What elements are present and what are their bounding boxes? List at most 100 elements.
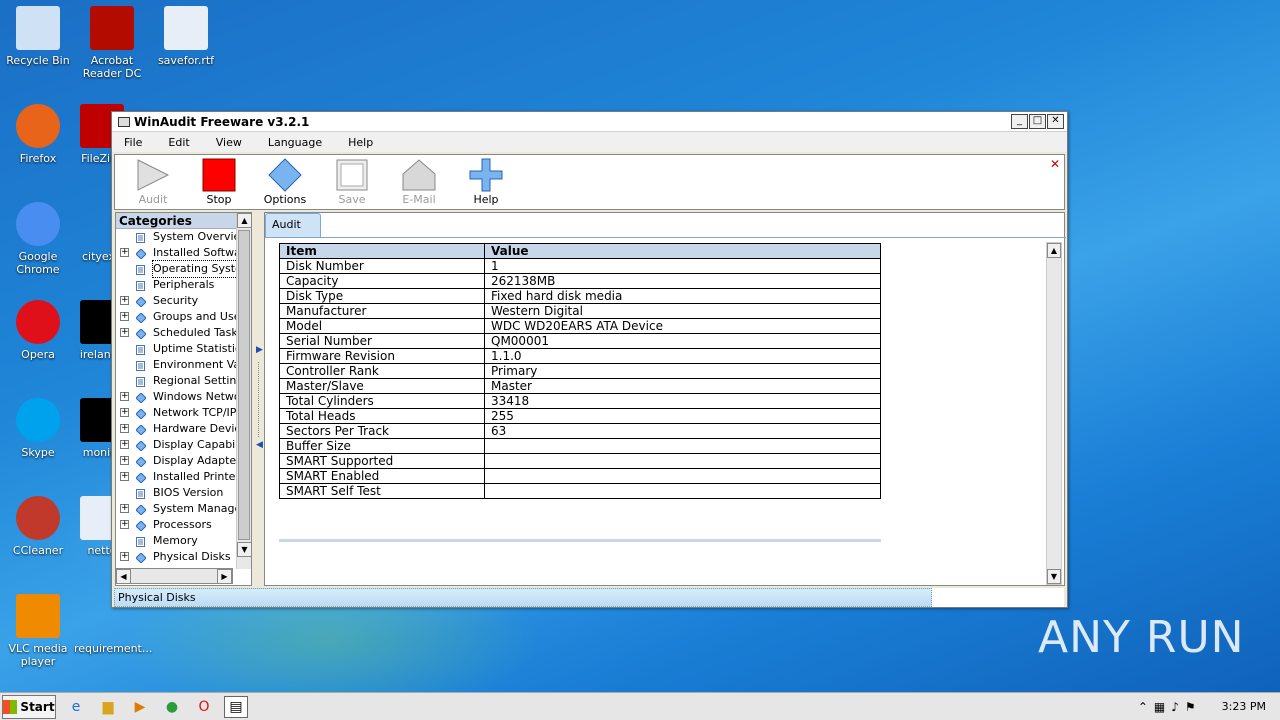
table-row[interactable]: Firmware Revision 1.1.0 (279, 348, 881, 364)
menu-edit[interactable]: Edit (168, 136, 189, 149)
expand-icon[interactable]: + (120, 504, 129, 513)
category-item[interactable]: + Network TCP/IP (116, 405, 237, 421)
splitter[interactable]: ▶ ◀ (255, 212, 263, 586)
network-icon[interactable]: ▦ (1154, 700, 1165, 714)
categories-vscrollbar[interactable]: ▲ ▼ (236, 213, 251, 569)
expand-icon[interactable]: + (120, 392, 129, 401)
clock[interactable]: 3:23 PM (1222, 700, 1266, 713)
stop-button[interactable]: Stop (189, 157, 249, 206)
desktop-icon-savefor[interactable]: savefor.rtf (148, 6, 224, 67)
scroll-up-icon[interactable]: ▲ (237, 213, 251, 228)
category-item[interactable]: + Display Capabilitie (116, 437, 251, 453)
desktop-icon-recycle-bin[interactable]: Recycle Bin (0, 6, 76, 67)
explorer-icon[interactable]: ▆ (96, 696, 120, 718)
category-item[interactable]: + Security (116, 293, 237, 309)
save-button[interactable]: Save (322, 157, 382, 206)
category-item[interactable]: Environment Varia (116, 357, 251, 373)
category-item[interactable]: BIOS Version (116, 485, 237, 501)
audit-button[interactable]: Audit (123, 157, 183, 206)
minimize-button[interactable]: _ (1011, 114, 1028, 129)
category-item[interactable]: Operating System (116, 260, 251, 278)
table-row[interactable]: Serial Number QM00001 (279, 333, 881, 349)
category-item[interactable]: Peripherals (116, 277, 237, 293)
category-item[interactable]: Memory (116, 533, 237, 549)
category-item[interactable]: Uptime Statistics (116, 341, 247, 357)
scroll-down-icon[interactable]: ▼ (237, 542, 251, 557)
expand-icon[interactable]: + (120, 328, 129, 337)
table-row[interactable]: Master/Slave Master (279, 378, 881, 394)
table-row[interactable]: Total Heads 255 (279, 408, 881, 424)
table-row[interactable]: SMART Self Test (279, 483, 881, 499)
header-item: Item (279, 243, 485, 259)
table-row[interactable]: SMART Supported (279, 453, 881, 469)
category-item[interactable]: Regional Settings (116, 373, 249, 389)
scroll-up-icon[interactable]: ▲ (1047, 243, 1061, 258)
expand-right-icon[interactable]: ▶ (256, 345, 263, 355)
menu-help[interactable]: Help (348, 136, 373, 149)
start-button[interactable]: Start (2, 694, 56, 719)
expand-icon[interactable]: + (120, 456, 129, 465)
category-item[interactable]: + Processors (116, 517, 237, 533)
table-row[interactable]: Controller Rank Primary (279, 363, 881, 379)
table-row[interactable]: Buffer Size (279, 438, 881, 454)
category-item[interactable]: + Installed Software (116, 245, 251, 261)
table-row[interactable]: SMART Enabled (279, 468, 881, 484)
category-label: BIOS Version (153, 486, 224, 499)
table-row[interactable]: Disk Number 1 (279, 258, 881, 274)
scroll-left-icon[interactable]: ◀ (116, 569, 131, 584)
vlc-icon (16, 594, 60, 638)
desktop-icon-vlc[interactable]: VLC media player (0, 594, 76, 668)
expand-icon[interactable]: + (120, 312, 129, 321)
expand-icon[interactable]: + (120, 248, 129, 257)
category-item[interactable]: + Windows Network (116, 389, 251, 405)
expand-icon[interactable]: + (120, 296, 129, 305)
expand-icon[interactable]: + (120, 408, 129, 417)
expand-icon[interactable]: + (120, 472, 129, 481)
expand-icon[interactable]: + (120, 424, 129, 433)
tab-audit[interactable]: Audit (265, 213, 321, 237)
table-row[interactable]: Sectors Per Track 63 (279, 423, 881, 439)
expand-icon[interactable]: + (120, 552, 129, 561)
expand-icon[interactable]: + (120, 520, 129, 529)
menu-view[interactable]: View (216, 136, 242, 149)
options-button[interactable]: Options (255, 157, 315, 206)
close-button[interactable]: ✕ (1047, 114, 1064, 129)
tray-expand-icon[interactable]: ⌃ (1138, 700, 1148, 714)
categories-hscrollbar[interactable]: ◀ ▶ (115, 568, 233, 584)
menu-language[interactable]: Language (268, 136, 322, 149)
table-row[interactable]: Total Cylinders 33418 (279, 393, 881, 409)
table-row[interactable]: Disk Type Fixed hard disk media (279, 288, 881, 304)
scroll-right-icon[interactable]: ▶ (217, 569, 232, 584)
recycle-bin-icon (16, 6, 60, 50)
collapse-left-icon[interactable]: ◀ (256, 440, 263, 450)
report-vscrollbar[interactable]: ▲ ▼ (1046, 242, 1062, 585)
scroll-thumb[interactable] (238, 230, 250, 540)
category-item[interactable]: + Physical Disks (116, 549, 237, 565)
category-item[interactable]: + Groups and Users (116, 309, 251, 325)
title-bar[interactable]: WinAudit Freeware v3.2.1 _ □ ✕ (112, 112, 1067, 132)
table-row[interactable]: Manufacturer Western Digital (279, 303, 881, 319)
winaudit-taskbar-icon[interactable]: ▤ (224, 695, 248, 718)
opera-icon[interactable]: O (192, 696, 216, 718)
desktop-icon-acrobat[interactable]: Acrobat Reader DC (74, 6, 150, 80)
maximize-button[interactable]: □ (1029, 114, 1046, 129)
ie-icon[interactable]: e (64, 696, 88, 718)
category-item[interactable]: + Scheduled Tasks (116, 325, 244, 341)
flag-icon[interactable]: ⚑ (1185, 700, 1196, 714)
category-item[interactable]: + Installed Printers (116, 469, 246, 485)
table-row[interactable]: Capacity 262138MB (279, 273, 881, 289)
volume-icon[interactable]: ♪ (1171, 700, 1179, 714)
media-player-icon[interactable]: ▶ (128, 696, 152, 718)
category-item[interactable]: System Overview (116, 229, 249, 245)
email-button[interactable]: E-Mail (389, 157, 449, 206)
menu-file[interactable]: File (124, 136, 142, 149)
category-item[interactable]: + Hardware Devices (116, 421, 251, 437)
scroll-down-icon[interactable]: ▼ (1047, 569, 1061, 584)
chrome-icon[interactable]: ● (160, 696, 184, 718)
category-item[interactable]: + Display Adapters (116, 453, 246, 469)
table-row[interactable]: Model WDC WD20EARS ATA Device (279, 318, 881, 334)
toolbar-close-icon[interactable]: ✕ (1050, 157, 1060, 171)
category-item[interactable]: + System Managem (116, 501, 251, 517)
help-button[interactable]: Help (456, 157, 516, 206)
expand-icon[interactable]: + (120, 440, 129, 449)
